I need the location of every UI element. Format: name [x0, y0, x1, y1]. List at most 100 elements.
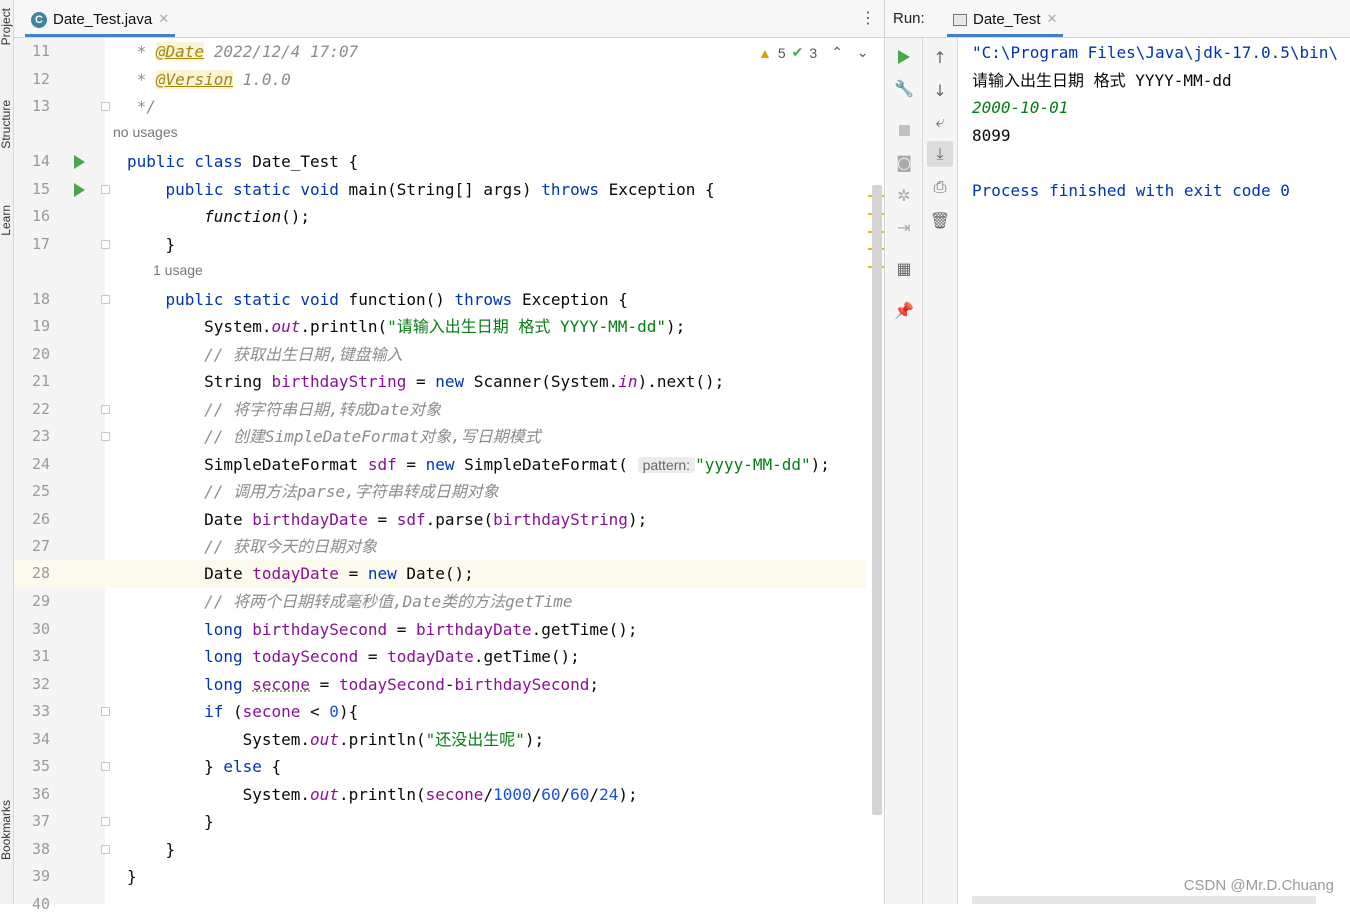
close-icon[interactable]: ✕: [158, 12, 169, 27]
fold-marker-icon[interactable]: [101, 102, 110, 111]
code-line[interactable]: 17 }: [14, 231, 866, 259]
more-options-icon[interactable]: ⋮: [860, 8, 876, 27]
fold-marker-icon[interactable]: [101, 845, 110, 854]
code-line[interactable]: 21 String birthdayString = new Scanner(S…: [14, 368, 866, 396]
line-number: 35: [32, 753, 62, 781]
code-line[interactable]: 14 public class Date_Test {: [14, 148, 866, 176]
print-button[interactable]: ⎙: [927, 174, 953, 200]
line-number: 21: [32, 368, 62, 396]
camera-icon: ◙: [896, 153, 912, 172]
code-line[interactable]: 15 public static void main(String[] args…: [14, 176, 866, 204]
warning-icon: ▲: [758, 45, 772, 61]
exit-icon: ⇥: [897, 218, 910, 237]
code-line[interactable]: 19 System.out.println("请输入出生日期 格式 YYYY-M…: [14, 313, 866, 341]
printer-icon: ⎙: [934, 177, 947, 197]
code-line[interactable]: 22 // 将字符串日期,转成Date对象: [14, 396, 866, 424]
fold-marker-icon[interactable]: [101, 432, 110, 441]
edit-configuration-button[interactable]: 🔧: [891, 75, 917, 101]
code-line[interactable]: 35 } else {: [14, 753, 866, 781]
code-line[interactable]: 16 function();: [14, 203, 866, 231]
panel-divider[interactable]: [884, 0, 885, 904]
code-line[interactable]: 40: [14, 891, 866, 918]
code-line[interactable]: 30 long birthdaySecond = birthdayDate.ge…: [14, 616, 866, 644]
code-line[interactable]: 36 System.out.println(secone/1000/60/60/…: [14, 781, 866, 809]
code-line[interactable]: 39 }: [14, 863, 866, 891]
code-line[interactable]: 27 // 获取今天的日期对象: [14, 533, 866, 561]
scroll-to-end-button[interactable]: ⤓: [927, 141, 953, 167]
code-line[interactable]: 11 * @Date 2022/12/4 17:07: [14, 38, 866, 66]
code-line[interactable]: 38 }: [14, 836, 866, 864]
watermark: CSDN @Mr.D.Chuang: [1184, 877, 1334, 894]
line-number: 20: [32, 341, 62, 369]
run-gutter-icon[interactable]: [74, 155, 85, 169]
usage-hint[interactable]: no usages: [113, 124, 178, 140]
code-line[interactable]: 31 long todaySecond = todayDate.getTime(…: [14, 643, 866, 671]
down-button[interactable]: ↓: [927, 77, 953, 103]
line-number: 27: [32, 533, 62, 561]
run-gutter-icon[interactable]: [74, 183, 85, 197]
run-tab-label: Date_Test: [973, 11, 1041, 28]
run-toolbar-primary: 🔧 ◙ ✲ ⇥ ▦ 📌: [886, 38, 923, 904]
inspection-widget[interactable]: ▲5 ✔3 ⌃ ⌄: [758, 44, 869, 61]
play-icon: [898, 50, 910, 64]
soft-wrap-button[interactable]: ⤶: [927, 109, 953, 135]
line-number: 23: [32, 423, 62, 451]
layout-button[interactable]: ▦: [891, 255, 917, 281]
fold-marker-icon[interactable]: [101, 295, 110, 304]
structure-panel-button[interactable]: Structure: [0, 100, 13, 149]
fold-marker-icon[interactable]: [101, 762, 110, 771]
fold-marker-icon[interactable]: [101, 817, 110, 826]
learn-panel-button[interactable]: Learn: [0, 205, 13, 236]
line-number: 19: [32, 313, 62, 341]
stop-button[interactable]: [891, 117, 917, 143]
tab-date-test-java[interactable]: C Date_Test.java ✕: [25, 5, 175, 37]
console-output[interactable]: "C:\Program Files\Java\jdk-17.0.5\bin\ 请…: [958, 38, 1350, 904]
structure-label: Structure: [0, 100, 13, 149]
bookmarks-label: Bookmarks: [0, 800, 13, 860]
debug-button[interactable]: ✲: [891, 182, 917, 208]
code-line[interactable]: 29 // 将两个日期转成毫秒值,Date类的方法getTime: [14, 588, 866, 616]
code-line[interactable]: 32 long secone = todaySecond-birthdaySec…: [14, 671, 866, 699]
code-line-current[interactable]: 28 Date todayDate = new Date();: [14, 560, 866, 588]
line-number: 18: [32, 286, 62, 314]
console-scrollbar[interactable]: [972, 896, 1316, 904]
fold-marker-icon[interactable]: [101, 405, 110, 414]
fold-marker-icon[interactable]: [101, 240, 110, 249]
editor-scrollbar[interactable]: [872, 185, 882, 815]
close-icon[interactable]: ✕: [1047, 12, 1058, 27]
bookmarks-panel-button[interactable]: Bookmarks: [0, 800, 13, 860]
code-line[interactable]: 34 System.out.println("还没出生呢");: [14, 726, 866, 754]
fold-marker-icon[interactable]: [101, 707, 110, 716]
project-panel-button[interactable]: Project: [0, 8, 13, 45]
line-number: 38: [32, 836, 62, 864]
code-line[interactable]: 18 public static void function() throws …: [14, 286, 866, 314]
code-line[interactable]: 33 if (secone < 0){: [14, 698, 866, 726]
line-number: 26: [32, 506, 62, 534]
rerun-button[interactable]: [891, 44, 917, 70]
usage-hint[interactable]: 1 usage: [153, 262, 203, 278]
tab-label: Date_Test.java: [53, 11, 152, 28]
code-line[interactable]: 26 Date birthdayDate = sdf.parse(birthda…: [14, 506, 866, 534]
dump-threads-button[interactable]: ◙: [891, 149, 917, 175]
code-line[interactable]: 25 // 调用方法parse,字符串转成日期对象: [14, 478, 866, 506]
code-line[interactable]: 23 // 创建SimpleDateFormat对象,写日期模式: [14, 423, 866, 451]
exit-button[interactable]: ⇥: [891, 214, 917, 240]
line-number: 14: [32, 148, 62, 176]
chevron-up-icon[interactable]: ⌃: [831, 44, 843, 61]
code-line[interactable]: 20 // 获取出生日期,键盘输入: [14, 341, 866, 369]
code-line[interactable]: 24 SimpleDateFormat sdf = new SimpleDate…: [14, 451, 866, 479]
line-number: 37: [32, 808, 62, 836]
up-button[interactable]: ↑: [927, 44, 953, 70]
pin-tab-button[interactable]: 📌: [891, 297, 917, 323]
code-lines[interactable]: 11 * @Date 2022/12/4 17:07 12 * @Version…: [14, 38, 866, 904]
console-result: 8099: [972, 122, 1011, 150]
code-line[interactable]: 12 * @Version 1.0.0: [14, 66, 866, 94]
code-line[interactable]: 37 }: [14, 808, 866, 836]
console-prompt: 请输入出生日期 格式 YYYY-MM-dd: [972, 67, 1232, 95]
clear-all-button[interactable]: 🗑: [927, 207, 953, 233]
line-number: 12: [32, 66, 62, 94]
code-line[interactable]: 13 */: [14, 93, 866, 121]
fold-marker-icon[interactable]: [101, 185, 110, 194]
line-number: 25: [32, 478, 62, 506]
tab-run-date-test[interactable]: Date_Test ✕: [947, 5, 1063, 37]
